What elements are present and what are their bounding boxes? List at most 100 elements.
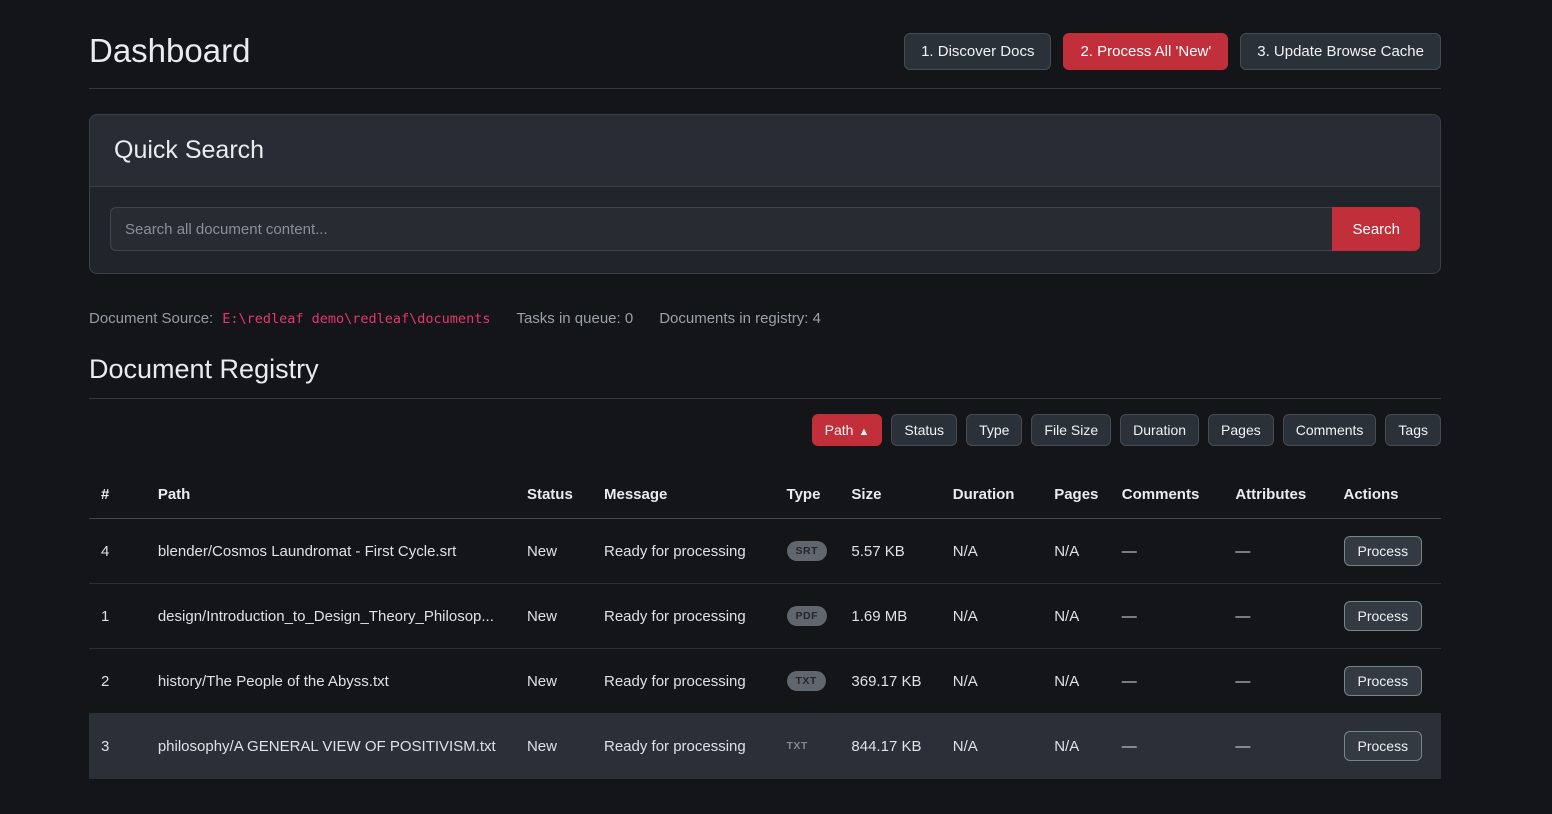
duration-cell: N/A: [945, 714, 1046, 779]
duration-cell: N/A: [945, 649, 1046, 714]
header-actions: 1. Discover Docs 2. Process All 'New' 3. U…: [904, 33, 1441, 70]
duration-cell: N/A: [945, 584, 1046, 649]
quick-search-card: Quick Search Search: [89, 114, 1441, 274]
action-button-2-process-all-new[interactable]: 2. Process All 'New': [1063, 33, 1228, 70]
column-header-type: Type: [779, 472, 844, 519]
attributes-cell: —: [1227, 519, 1335, 584]
table-header-row: #PathStatusMessageTypeSizeDurationPagesC…: [89, 472, 1441, 519]
status-cell: New: [519, 584, 596, 649]
message-cell: Ready for processing: [596, 649, 779, 714]
path-cell: history/The People of the Abyss.txt: [150, 649, 519, 714]
column-header-status: Status: [519, 472, 596, 519]
page-header: Dashboard 1. Discover Docs 2. Process All…: [89, 32, 1441, 70]
search-input[interactable]: [110, 207, 1332, 251]
documents-in-registry-value: 4: [813, 310, 821, 327]
quick-search-title: Quick Search: [114, 136, 1416, 165]
pages-cell: N/A: [1046, 649, 1114, 714]
status-cell: New: [519, 714, 596, 779]
sort-button-path[interactable]: Path▲: [812, 414, 883, 446]
sort-button-pages[interactable]: Pages: [1208, 414, 1274, 446]
size-cell: 844.17 KB: [843, 714, 944, 779]
sort-buttons-row: Path▲Status Type File Size Duration Pages Com…: [89, 414, 1441, 446]
message-cell: Ready for processing: [596, 584, 779, 649]
search-button[interactable]: Search: [1332, 207, 1420, 251]
comments-cell: —: [1114, 649, 1228, 714]
documents-in-registry: Documents in registry: 4: [659, 310, 821, 327]
status-cell: New: [519, 649, 596, 714]
action-button-1-discover-docs[interactable]: 1. Discover Docs: [904, 33, 1051, 70]
comments-cell: —: [1114, 519, 1228, 584]
comments-cell: —: [1114, 584, 1228, 649]
registry-divider: [89, 398, 1441, 399]
document-source-label: Document Source:: [89, 310, 213, 327]
column-header-pages: Pages: [1046, 472, 1114, 519]
sort-ascending-icon: ▲: [858, 426, 869, 438]
table-row: 4blender/Cosmos Laundromat - First Cycle…: [89, 519, 1441, 584]
pages-cell: N/A: [1046, 584, 1114, 649]
comments-cell: —: [1114, 714, 1228, 779]
type-cell: PDF: [779, 584, 844, 649]
file-type-badge: PDF: [787, 606, 828, 626]
quick-search-card-body: Search: [90, 187, 1440, 273]
type-cell: TXT: [779, 714, 844, 779]
pages-cell: N/A: [1046, 714, 1114, 779]
sort-button-file-size[interactable]: File Size: [1031, 414, 1111, 446]
tasks-in-queue: Tasks in queue: 0: [516, 310, 633, 327]
table-row: 1design/Introduction_to_Design_Theory_Ph…: [89, 584, 1441, 649]
file-type-badge: TXT: [787, 671, 826, 691]
documents-in-registry-label: Documents in registry:: [659, 310, 808, 327]
attributes-cell: —: [1227, 714, 1335, 779]
column-header-size: Size: [843, 472, 944, 519]
column-header-path: Path: [150, 472, 519, 519]
header-divider: [89, 88, 1441, 89]
size-cell: 1.69 MB: [843, 584, 944, 649]
row-number-cell: 1: [89, 584, 150, 649]
page-title: Dashboard: [89, 32, 250, 70]
registry-title: Document Registry: [89, 354, 1441, 385]
registry-table: #PathStatusMessageTypeSizeDurationPagesC…: [89, 472, 1441, 779]
sort-button-status[interactable]: Status: [891, 414, 957, 446]
column-header-attributes: Attributes: [1227, 472, 1335, 519]
document-source-path: E:\redleaf demo\redleaf\documents: [222, 311, 490, 327]
path-cell: blender/Cosmos Laundromat - First Cycle.…: [150, 519, 519, 584]
process-button[interactable]: Process: [1344, 601, 1423, 631]
row-number-cell: 2: [89, 649, 150, 714]
file-type-badge: SRT: [787, 541, 828, 561]
sort-button-duration[interactable]: Duration: [1120, 414, 1199, 446]
actions-cell: Process: [1336, 519, 1442, 584]
actions-cell: Process: [1336, 584, 1442, 649]
pages-cell: N/A: [1046, 519, 1114, 584]
column-header-duration: Duration: [945, 472, 1046, 519]
column-header-number: #: [89, 472, 150, 519]
file-type-badge: TXT: [787, 736, 817, 756]
actions-cell: Process: [1336, 649, 1442, 714]
sort-button-comments[interactable]: Comments: [1283, 414, 1377, 446]
table-row: 3philosophy/A GENERAL VIEW OF POSITIVISM…: [89, 714, 1441, 779]
search-input-group: Search: [110, 207, 1420, 251]
dashboard-page: Dashboard 1. Discover Docs 2. Process All…: [89, 0, 1441, 779]
tasks-in-queue-label: Tasks in queue:: [516, 310, 620, 327]
table-row: 2history/The People of the Abyss.txtNewR…: [89, 649, 1441, 714]
process-button[interactable]: Process: [1344, 666, 1423, 696]
sort-button-type[interactable]: Type: [966, 414, 1022, 446]
row-number-cell: 4: [89, 519, 150, 584]
size-cell: 5.57 KB: [843, 519, 944, 584]
attributes-cell: —: [1227, 649, 1335, 714]
column-header-actions: Actions: [1336, 472, 1442, 519]
process-button[interactable]: Process: [1344, 731, 1423, 761]
sort-button-tags[interactable]: Tags: [1385, 414, 1441, 446]
type-cell: TXT: [779, 649, 844, 714]
path-cell: philosophy/A GENERAL VIEW OF POSITIVISM.…: [150, 714, 519, 779]
column-header-comments: Comments: [1114, 472, 1228, 519]
document-source: Document Source: E:\redleaf demo\redleaf\…: [89, 310, 490, 327]
quick-search-card-header: Quick Search: [90, 115, 1440, 187]
tasks-in-queue-value: 0: [625, 310, 633, 327]
message-cell: Ready for processing: [596, 714, 779, 779]
type-cell: SRT: [779, 519, 844, 584]
actions-cell: Process: [1336, 714, 1442, 779]
path-cell: design/Introduction_to_Design_Theory_Phi…: [150, 584, 519, 649]
size-cell: 369.17 KB: [843, 649, 944, 714]
process-button[interactable]: Process: [1344, 536, 1423, 566]
column-header-message: Message: [596, 472, 779, 519]
action-button-3-update-browse-cache[interactable]: 3. Update Browse Cache: [1240, 33, 1441, 70]
